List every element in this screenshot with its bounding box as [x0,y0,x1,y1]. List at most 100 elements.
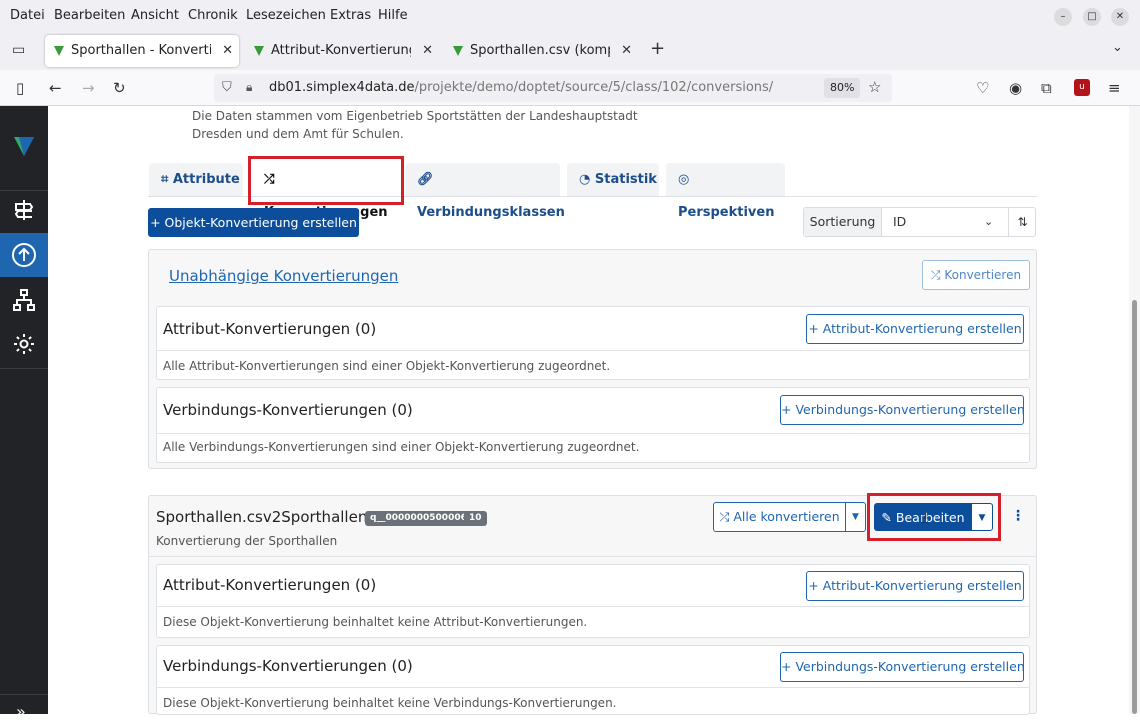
url-bar[interactable]: ⛉ 🔒︎ db01.simplex4data.de/projekte/demo/… [214,74,892,102]
connection-conversions-title: Verbindungs-Konvertierungen (0) [163,657,413,675]
menu-bearbeiten[interactable]: Bearbeiten [54,8,125,23]
attribute-conversions-note: Alle Attribut-Konvertierungen sind einer… [163,359,611,373]
url-text[interactable]: db01.simplex4data.de/projekte/demo/dopte… [269,80,773,95]
pie-chart-icon: ◔ [579,172,591,187]
class-description-line2: Dresden und dem Amt für Schulen. [192,127,404,141]
lock-icon[interactable]: 🔒︎ [246,80,252,95]
independent-attribute-conversions: Attribut-Konvertierungen (0) + Attribut-… [156,306,1030,380]
browser-tab[interactable]: Sporthallen.csv (komplett) ✕ [444,35,638,67]
menu-bar: Datei Bearbeiten Ansicht Chronik Lesezei… [0,0,1140,32]
scrollbar-thumb[interactable] [1132,300,1137,714]
tab-overview-icon[interactable]: ▭ [12,42,25,58]
connection-conversions-title: Verbindungs-Konvertierungen (0) [163,401,413,419]
convert-independent-button[interactable]: ⤮ Konvertieren [922,260,1030,290]
sort-control: Sortierung ID ⌄ ⇅ [803,207,1036,237]
tab-label: Attribut-Konvertierung 4 [271,43,411,58]
app-menu-icon[interactable]: ≡ [1108,79,1121,97]
menu-hilfe[interactable]: Hilfe [378,8,408,23]
pocket-icon[interactable]: ♡ [976,79,989,97]
back-icon[interactable]: ← [49,79,62,97]
tab-attribute[interactable]: ⌗ Attribute [149,163,243,196]
compass-icon: ◎ [678,172,690,187]
create-attribute-conversion-button[interactable]: + Attribut-Konvertierung erstellen [806,314,1024,344]
sidebar-item-settings[interactable] [0,322,48,366]
object-connection-conversions: Verbindungs-Konvertierungen (0) + Verbin… [156,645,1030,715]
shield-icon[interactable]: ⛉ [222,80,232,95]
tag-icon: ⌗ [161,172,169,187]
bookmark-star-icon[interactable]: ☆ [868,78,881,96]
tab-statistik-label: Statistik [594,172,657,187]
independent-conversions-title[interactable]: Unabhängige Konvertierungen [169,267,398,285]
browser-tab-active[interactable]: Sporthallen - Konvertierungen ✕ [45,35,239,67]
tab-verbindungsklassen[interactable]: 🔗︎ Verbindungsklassen [405,163,565,220]
create-connection-conversion-button[interactable]: + Verbindungs-Konvertierung erstellen [780,652,1025,682]
conversion-count-badge: 10 [464,511,487,526]
tab-label: Sporthallen.csv (komplett) [470,43,610,58]
sort-label: Sortierung [804,208,882,236]
sort-direction-icon[interactable]: ⇅ [1008,208,1036,236]
create-connection-conversion-button[interactable]: + Verbindungs-Konvertierung erstellen [780,395,1025,425]
conversion-id-badge: q__0000000500006 [365,511,472,526]
mouse-cursor-icon: ☝ [920,509,930,527]
connection-conversions-note: Diese Objekt-Konvertierung beinhaltet ke… [163,696,617,710]
new-tab-icon[interactable]: + [650,38,665,59]
convert-all-dropdown-icon[interactable]: ▼ [845,502,866,532]
minimize-icon[interactable]: – [1054,8,1072,26]
convert-label: Konvertieren [944,268,1022,282]
favicon-icon [54,46,64,56]
favicon-icon [453,46,463,56]
app-logo[interactable] [0,126,48,166]
attribute-conversions-title: Attribut-Konvertierungen (0) [163,320,377,338]
link-icon: 🔗︎ [417,172,434,187]
class-description-line1: Die Daten stammen vom Eigenbetrieb Sport… [192,109,638,123]
menu-lesezeichen[interactable]: Lesezeichen [246,8,326,23]
tab-label: Sporthallen - Konvertierungen [71,43,211,58]
reload-icon[interactable]: ↻ [113,79,126,97]
tab-bar: ▭ Sporthallen - Konvertierungen ✕ Attrib… [0,32,1140,70]
highlight-edit-button [867,493,1001,541]
account-icon[interactable]: ◉ [1009,79,1022,97]
close-window-icon[interactable]: ✕ [1111,8,1129,26]
attribute-conversions-title: Attribut-Konvertierungen (0) [163,576,377,594]
shuffle-icon: ⤮ [719,509,730,524]
menu-datei[interactable]: Datei [10,8,45,23]
tab-close-icon[interactable]: ✕ [222,35,233,67]
shuffle-icon: ⤮ [930,268,941,282]
attribute-conversions-note: Diese Objekt-Konvertierung beinhaltet ke… [163,615,588,629]
create-object-conversion-button[interactable]: + Objekt-Konvertierung erstellen [148,208,359,237]
sidebar-item-directions[interactable] [0,188,48,232]
independent-conversions-card: Unabhängige Konvertierungen ⤮ Konvertier… [148,249,1037,469]
sidebar-item-upload[interactable] [0,233,48,277]
object-conversion-title: Sporthallen.csv2Sporthallen [156,508,368,526]
tab-perspektiven-label: Perspektiven [678,205,775,220]
create-attribute-conversion-button[interactable]: + Attribut-Konvertierung erstellen [806,571,1024,601]
browser-tab[interactable]: Attribut-Konvertierung 4 ✕ [245,35,439,67]
favicon-icon [254,46,264,56]
tab-attribute-label: Attribute [172,172,240,187]
sidebar-toggle-icon[interactable]: ▯ [16,79,24,97]
convert-all-button[interactable]: ⤮ Alle konvertieren [713,502,846,532]
tab-list-icon[interactable]: ⌄ [1112,40,1123,55]
connection-conversions-note: Alle Verbindungs-Konvertierungen sind ei… [163,440,640,454]
nav-bar: ▯ ← → ↻ ⛉ 🔒︎ db01.simplex4data.de/projek… [0,70,1140,106]
chevron-down-icon[interactable]: ⌄ [984,215,993,228]
maximize-icon[interactable]: □ [1083,8,1101,26]
menu-chronik[interactable]: Chronik [188,8,238,23]
independent-connection-conversions: Verbindungs-Konvertierungen (0) + Verbin… [156,387,1030,463]
tab-verbindungsklassen-label: Verbindungsklassen [417,205,565,220]
object-conversion-subtitle: Konvertierung der Sporthallen [156,534,338,548]
ublock-icon[interactable]: u [1074,79,1090,96]
zoom-indicator[interactable]: 80% [824,78,861,98]
forward-icon[interactable]: → [82,79,95,97]
tab-close-icon[interactable]: ✕ [422,35,433,67]
menu-ansicht[interactable]: Ansicht [131,8,179,23]
convert-all-label: Alle konvertieren [733,509,840,524]
more-options-icon[interactable]: ⋮ [1011,508,1025,524]
menu-extras[interactable]: Extras [330,8,371,23]
tab-close-icon[interactable]: ✕ [621,35,632,67]
sidebar-item-hierarchy[interactable] [0,278,48,322]
extensions-icon[interactable]: ⧉ [1041,79,1052,97]
tab-statistik[interactable]: ◔ Statistik [567,163,659,196]
tab-perspektiven[interactable]: ◎ Perspektiven [666,163,785,220]
expand-sidebar-icon[interactable]: » [16,702,26,721]
